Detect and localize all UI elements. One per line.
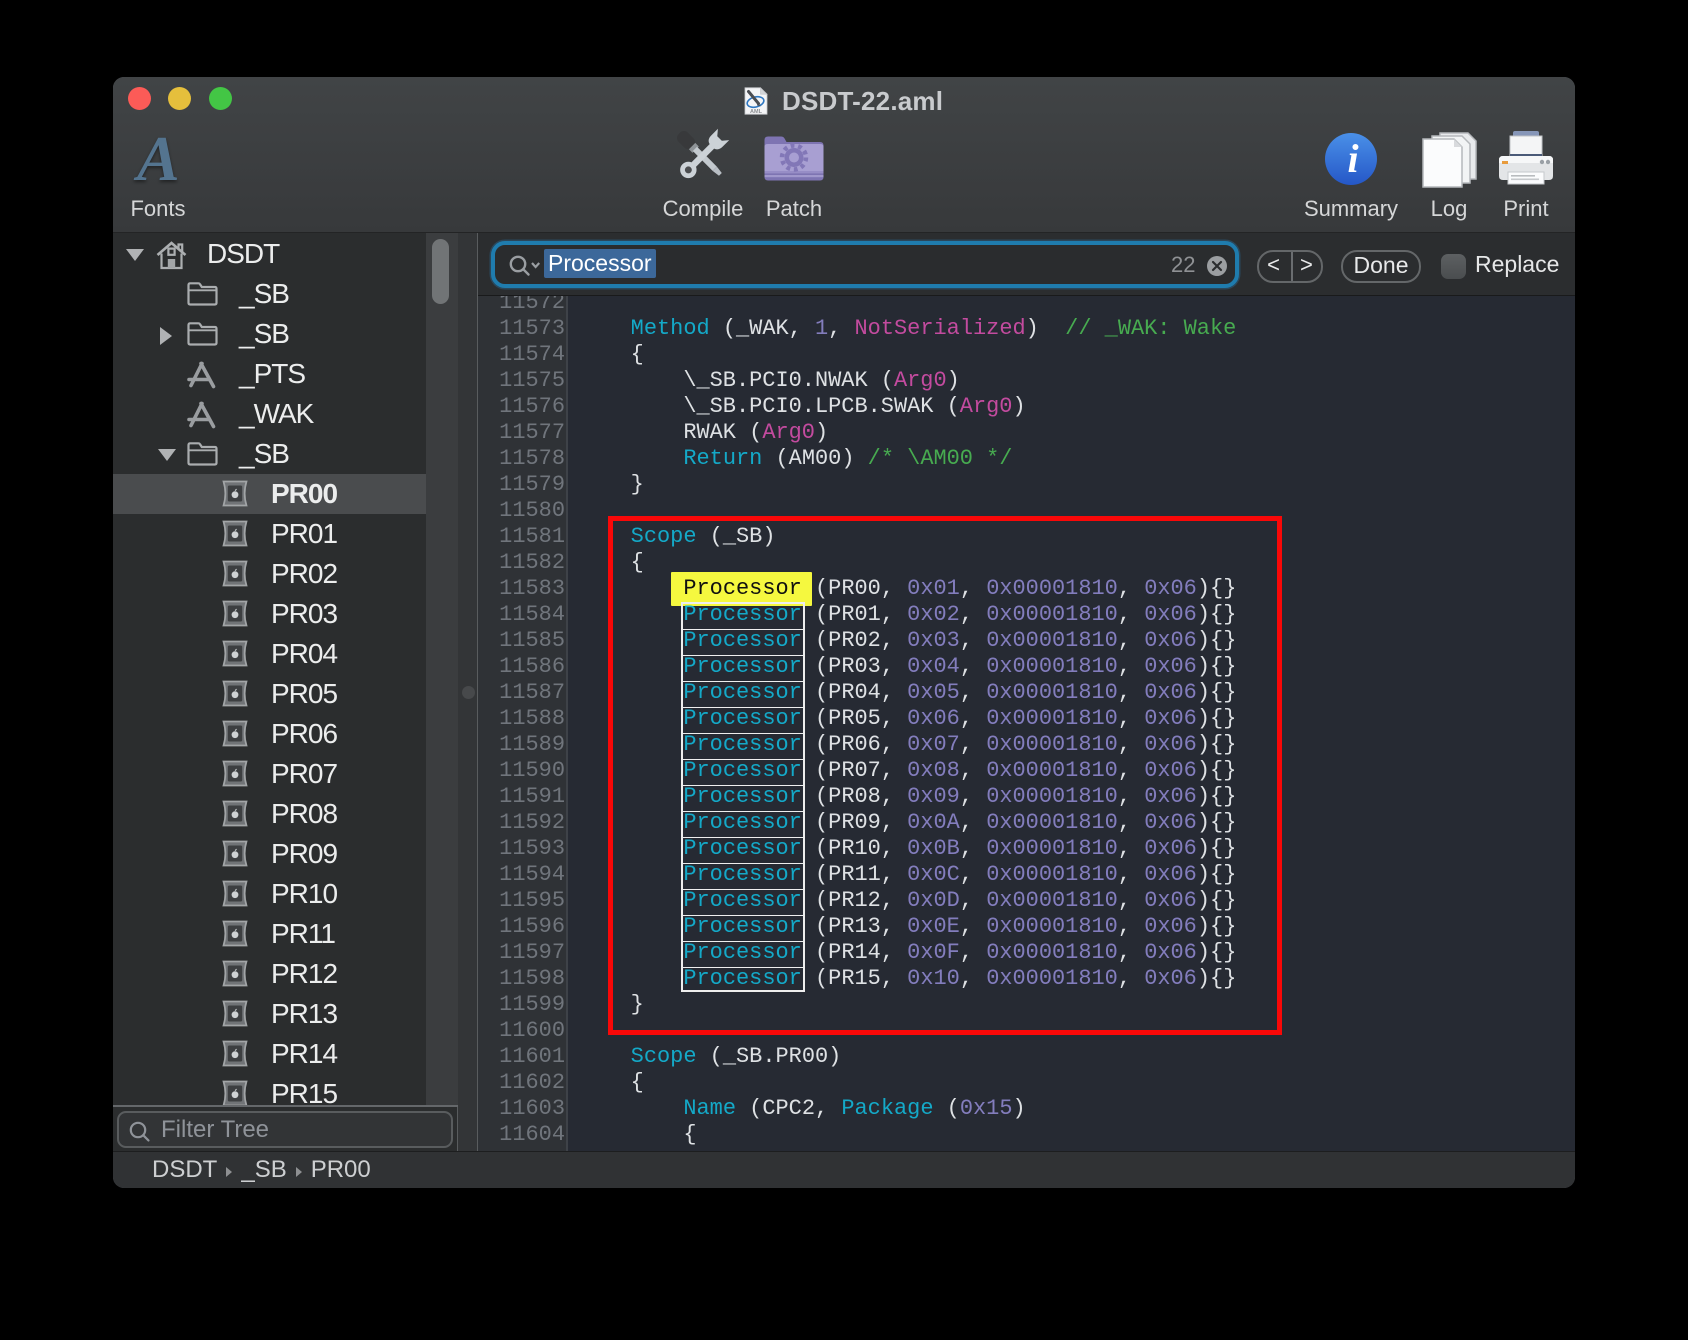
svg-text:AML: AML — [750, 109, 763, 115]
svg-text:i: i — [1347, 136, 1358, 181]
